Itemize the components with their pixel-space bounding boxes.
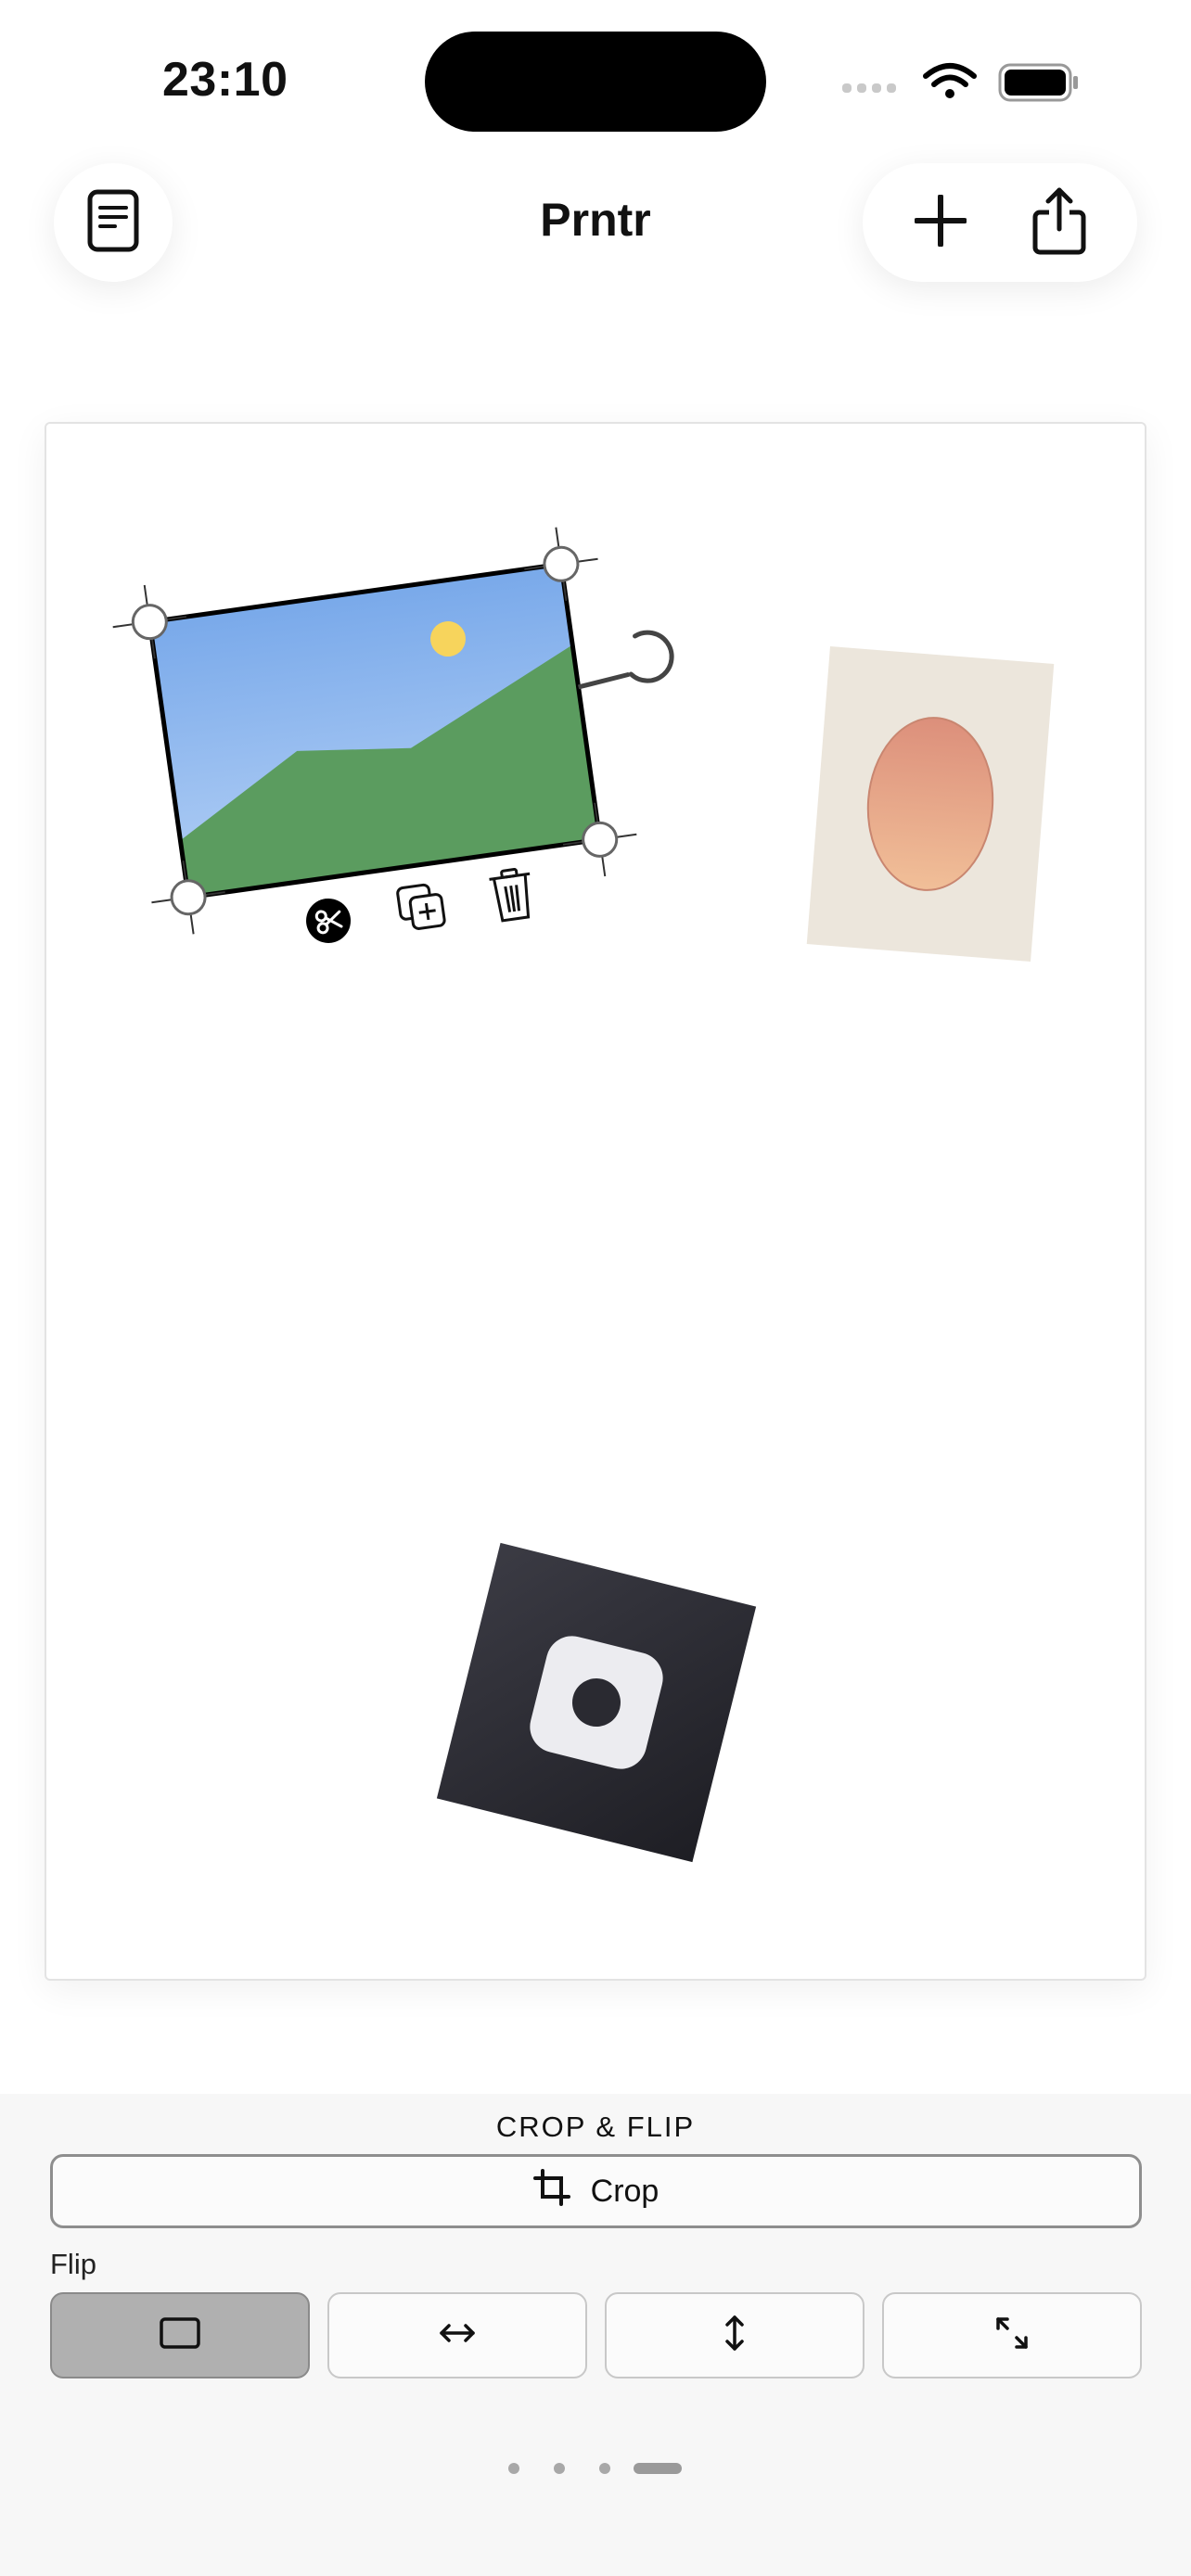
page-dot — [599, 2463, 610, 2474]
none-icon — [160, 2317, 200, 2353]
section-title: CROP & FLIP — [495, 2111, 696, 2143]
print-canvas[interactable] — [45, 422, 1146, 1981]
dynamic-island — [425, 32, 766, 132]
wifi-icon — [923, 63, 977, 98]
battery-icon — [998, 63, 1078, 102]
share-button[interactable] — [1008, 172, 1110, 274]
crop-button[interactable]: Crop — [50, 2154, 1142, 2228]
flip-horizontal-icon — [438, 2322, 477, 2349]
flip-none-button[interactable] — [50, 2292, 310, 2378]
page-indicator[interactable] — [508, 2462, 682, 2475]
flip-vertical-button[interactable] — [605, 2292, 864, 2378]
share-icon — [1032, 186, 1086, 260]
status-icons — [842, 59, 1083, 106]
duplicate-icon — [396, 883, 446, 930]
flip-label: Flip — [50, 2248, 96, 2280]
page-dot — [508, 2463, 519, 2474]
page-dot-active — [634, 2463, 682, 2474]
canvas-photo-camera-icon[interactable] — [436, 1542, 757, 1863]
page-dot — [554, 2463, 565, 2474]
crop-icon — [532, 2168, 570, 2214]
status-time: 23:10 — [162, 53, 288, 107]
flip-vertical-icon — [724, 2314, 746, 2357]
flip-diagonal-icon — [994, 2315, 1030, 2355]
crop-label: Crop — [590, 2173, 660, 2209]
scissors-icon — [306, 898, 352, 943]
flip-horizontal-button[interactable] — [327, 2292, 587, 2378]
flip-diagonal-button[interactable] — [882, 2292, 1142, 2378]
trash-icon — [489, 868, 531, 923]
nav-actions — [863, 163, 1137, 282]
cellular-icon — [842, 83, 896, 93]
plus-icon — [914, 193, 967, 251]
add-button[interactable] — [890, 172, 992, 274]
canvas-photo-oval-card[interactable] — [806, 646, 1055, 962]
canvas-photo-landscape[interactable] — [108, 514, 705, 968]
